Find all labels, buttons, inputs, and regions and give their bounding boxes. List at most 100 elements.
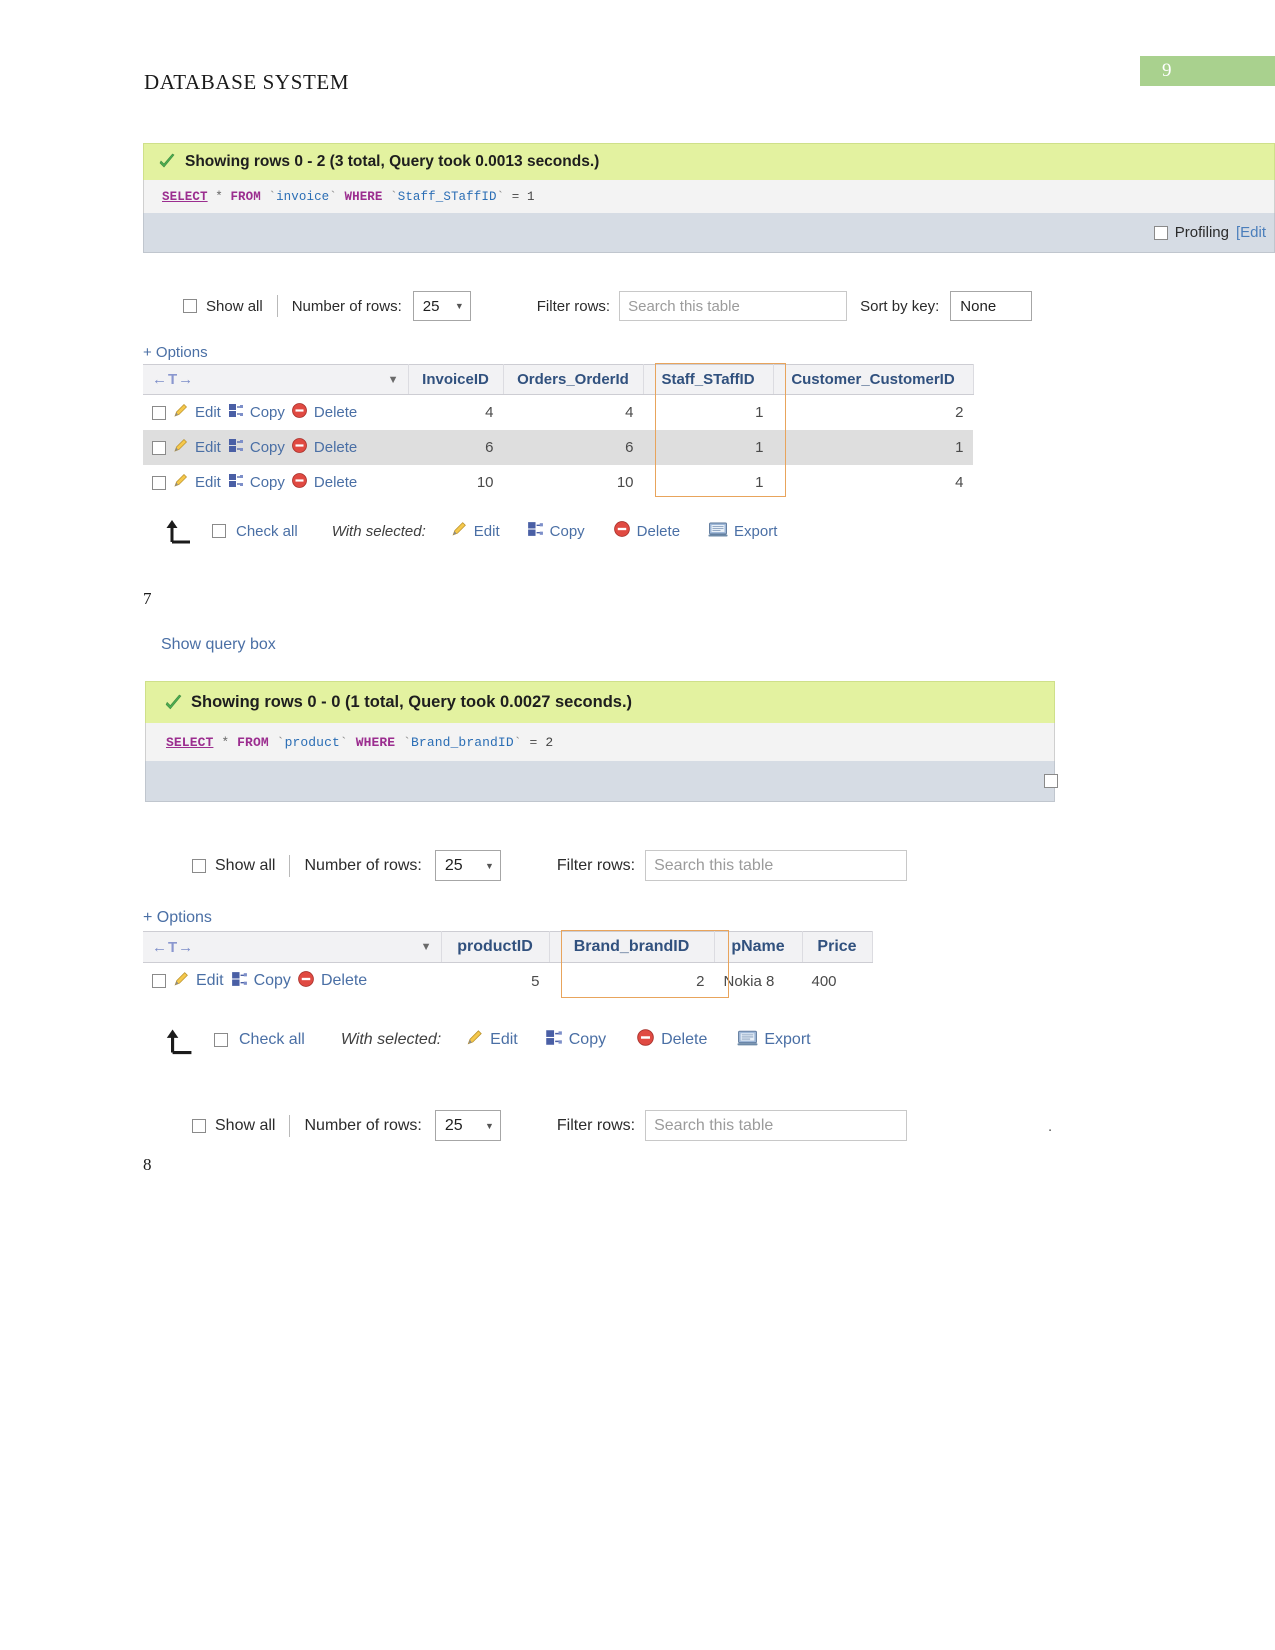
- copy-icon: [230, 970, 248, 992]
- footer-copy-action-1[interactable]: Copy: [526, 520, 585, 542]
- column-header-staff-staffid[interactable]: Staff_STaffID: [643, 364, 774, 395]
- row-delete-link[interactable]: Delete: [314, 439, 357, 456]
- show-all-checkbox-1[interactable]: [183, 299, 197, 313]
- sort-descending-icon-2[interactable]: ▼: [421, 941, 432, 953]
- sql-query-text-2[interactable]: SELECT * FROM `product` WHERE `Brand_bra…: [166, 735, 1040, 750]
- sort-by-key-label-1: Sort by key:: [860, 297, 940, 315]
- cell-price: 400: [802, 962, 872, 999]
- copy-icon: [227, 472, 244, 493]
- copy-icon: [227, 437, 244, 458]
- sql-backtick-open-table-1: `: [268, 190, 277, 204]
- profiling-bar-2: [145, 761, 1058, 802]
- footer-delete-action-1[interactable]: Delete: [613, 520, 680, 542]
- pencil-icon: [465, 1028, 484, 1052]
- profiling-checkbox-2[interactable]: [1044, 774, 1058, 788]
- row-select-checkbox[interactable]: [152, 974, 166, 988]
- column-header-invoiceid[interactable]: InvoiceID: [408, 364, 504, 395]
- footer-delete-label-1: Delete: [636, 522, 681, 540]
- table-row[interactable]: Edit Copy Delete 5 2 Nokia 8 400: [143, 962, 872, 999]
- column-header-brand-brandid[interactable]: Brand_brandID: [549, 931, 715, 963]
- copy-icon: [526, 520, 544, 542]
- cell-invoiceid: 6: [408, 430, 503, 465]
- edit-link[interactable]: [Edit: [1236, 224, 1266, 241]
- show-all-checkbox-2[interactable]: [192, 858, 206, 873]
- column-header-pname[interactable]: pName: [714, 931, 803, 963]
- table-footer-actions-2: Check all With selected: Edit Copy Delet…: [160, 1027, 811, 1055]
- arrow-up-icon-2[interactable]: [160, 1027, 202, 1055]
- sql-query-bar-1: SELECT * FROM `invoice` WHERE `Staff_STa…: [143, 180, 1275, 213]
- with-selected-label-2: With selected:: [340, 1031, 442, 1048]
- filter-rows-label-3: Filter rows:: [556, 1116, 636, 1134]
- export-icon: [708, 520, 728, 542]
- footer-export-action-2[interactable]: Export: [737, 1028, 811, 1052]
- column-header-productid[interactable]: productID: [441, 931, 550, 963]
- page-number-badge: 9: [1140, 56, 1275, 86]
- row-copy-link[interactable]: Copy: [250, 474, 285, 491]
- move-arrows-icon-1[interactable]: ← T →: [152, 371, 193, 388]
- arrow-up-icon-1[interactable]: [160, 518, 202, 544]
- pencil-icon: [172, 402, 189, 423]
- sort-descending-icon-1[interactable]: ▼: [388, 374, 399, 386]
- cell-productid: 5: [441, 962, 549, 999]
- copy-icon: [544, 1028, 563, 1052]
- row-copy-link[interactable]: Copy: [254, 972, 291, 990]
- footer-edit-action-1[interactable]: Edit: [450, 520, 500, 542]
- green-check-icon: [158, 153, 176, 171]
- number-of-rows-select-1[interactable]: 25 ▼: [412, 291, 471, 321]
- table-controls-1: Show all Number of rows: 25 ▼ Filter row…: [183, 291, 1033, 321]
- check-all-label-2[interactable]: Check all: [239, 1031, 305, 1049]
- sql-query-text-1[interactable]: SELECT * FROM `invoice` WHERE `Staff_STa…: [162, 190, 1260, 204]
- row-edit-link[interactable]: Edit: [196, 972, 224, 990]
- table-row[interactable]: Edit Copy Delete 6 6 1 1: [143, 430, 973, 465]
- options-link-1[interactable]: + Options: [143, 344, 208, 361]
- sort-controls-header-2: ← T → ▼: [143, 931, 442, 963]
- show-all-checkbox-3[interactable]: [192, 1118, 206, 1133]
- row-delete-link[interactable]: Delete: [314, 474, 357, 491]
- row-select-checkbox[interactable]: [152, 405, 166, 420]
- show-all-label-2: Show all: [215, 856, 276, 874]
- table-row[interactable]: Edit Copy Delete 4 4 1 2: [143, 394, 973, 430]
- check-all-label-1[interactable]: Check all: [236, 523, 298, 540]
- results-table-1: ← T → ▼ InvoiceID Orders_OrderId Staff_STa…: [143, 364, 974, 500]
- cell-invoiceid: 4: [408, 394, 503, 430]
- footer-copy-action-2[interactable]: Copy: [544, 1028, 606, 1052]
- row-select-checkbox[interactable]: [152, 475, 166, 490]
- row-delete-link[interactable]: Delete: [314, 404, 357, 421]
- number-of-rows-select-3[interactable]: 25 ▼: [434, 1110, 501, 1141]
- page-header: DATABASE SYSTEM 9: [0, 0, 1275, 120]
- check-all-checkbox-2[interactable]: [214, 1033, 228, 1047]
- pencil-icon: [172, 472, 189, 493]
- footer-export-action-1[interactable]: Export: [708, 520, 777, 542]
- check-all-checkbox-1[interactable]: [212, 524, 226, 538]
- row-edit-link[interactable]: Edit: [195, 474, 221, 491]
- row-delete-link[interactable]: Delete: [321, 972, 367, 990]
- filter-rows-input-2[interactable]: [645, 850, 908, 881]
- footer-edit-label-2: Edit: [490, 1031, 518, 1048]
- row-actions-cell: Edit Copy Delete: [143, 465, 408, 500]
- footer-delete-action-2[interactable]: Delete: [636, 1028, 707, 1052]
- column-header-orders-orderid[interactable]: Orders_OrderId: [503, 364, 644, 395]
- table-row[interactable]: Edit Copy Delete 10 10 1 4: [143, 465, 973, 500]
- export-icon: [737, 1028, 758, 1052]
- column-header-customer-customerid[interactable]: Customer_CustomerID: [773, 364, 974, 395]
- number-of-rows-label-2: Number of rows:: [304, 856, 422, 874]
- filter-rows-input-1[interactable]: [619, 291, 848, 321]
- sql-operator-2: =: [529, 735, 538, 750]
- profiling-checkbox[interactable]: [1153, 225, 1168, 240]
- options-link-2[interactable]: + Options: [143, 909, 212, 927]
- sort-by-key-select-1[interactable]: None: [950, 291, 1033, 321]
- row-copy-link[interactable]: Copy: [250, 439, 285, 456]
- row-edit-link[interactable]: Edit: [195, 404, 221, 421]
- note-8: 8: [143, 1155, 152, 1174]
- show-query-box-link[interactable]: Show query box: [161, 636, 276, 654]
- footer-edit-action-2[interactable]: Edit: [465, 1028, 518, 1052]
- filter-rows-input-3[interactable]: [645, 1110, 908, 1141]
- cell-orders-orderid: 6: [503, 430, 643, 465]
- success-message-bar-2: Showing rows 0 - 0 (1 total, Query took …: [145, 681, 1055, 723]
- number-of-rows-select-2[interactable]: 25 ▼: [434, 850, 501, 881]
- move-arrows-icon-2[interactable]: ← T →: [152, 939, 193, 956]
- column-header-price[interactable]: Price: [802, 931, 873, 963]
- row-select-checkbox[interactable]: [152, 440, 166, 455]
- row-copy-link[interactable]: Copy: [250, 404, 285, 421]
- row-edit-link[interactable]: Edit: [195, 439, 221, 456]
